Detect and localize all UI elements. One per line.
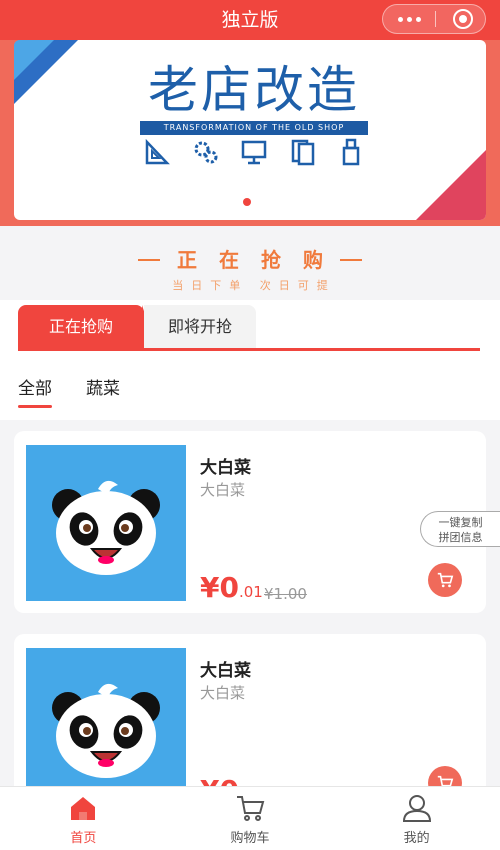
cart-icon <box>237 796 265 821</box>
more-button[interactable] <box>383 5 435 33</box>
section-subtitle: 当日下单 次日可提 <box>172 279 336 292</box>
nav-profile[interactable]: 我的 <box>333 787 500 850</box>
copy-badge-line2: 拼团信息 <box>438 531 483 544</box>
price-decimal: .01 <box>238 583 263 601</box>
nav-home-label: 首页 <box>70 831 97 846</box>
product-description: 大白菜 <box>200 481 246 499</box>
add-to-cart-button[interactable] <box>428 563 462 597</box>
banner-subtitle: TRANSFORMATION OF THE OLD SHOP <box>140 121 368 135</box>
heading-dash-left <box>138 259 160 261</box>
carousel-indicator[interactable] <box>243 198 251 206</box>
banner-carousel[interactable]: 老店改造 TRANSFORMATION OF THE OLD SHOP <box>14 40 486 220</box>
price-main: ¥0 <box>200 571 239 604</box>
ruler-icon <box>144 138 170 166</box>
copy-group-info-button[interactable]: 一键复制 拼团信息 <box>420 511 500 547</box>
section-heading: 正在抢购 当日下单 次日可提 <box>0 244 500 293</box>
product-image[interactable] <box>26 648 186 804</box>
nav-cart-label: 购物车 <box>230 831 270 846</box>
user-icon <box>402 795 431 822</box>
home-icon <box>71 797 96 820</box>
nav-cart[interactable]: 购物车 <box>167 787 334 850</box>
product-price: ¥0.01 <box>200 571 263 604</box>
panda-mascot-icon <box>52 480 160 575</box>
documents-icon <box>290 138 316 166</box>
category-active-indicator <box>18 405 52 408</box>
tab-upcoming[interactable]: 即将开抢 <box>144 305 256 349</box>
panda-mascot-icon <box>52 683 160 778</box>
original-price: ¥1.00 <box>264 585 307 603</box>
tab-underline <box>18 348 480 351</box>
bottom-navigation: 首页 购物车 我的 <box>0 786 500 850</box>
product-card[interactable]: 大白菜 大白菜 ¥0.01 ¥1.00 <box>14 431 486 613</box>
cart-icon <box>437 572 454 588</box>
mini-program-capsule <box>382 4 486 34</box>
tab-panel: 正在抢购 即将开抢 全部 蔬菜 <box>0 300 500 420</box>
nav-home[interactable]: 首页 <box>0 787 167 850</box>
close-button[interactable] <box>453 9 473 29</box>
gears-icon <box>193 138 219 166</box>
usb-icon <box>338 138 364 166</box>
product-name: 大白菜 <box>200 458 251 478</box>
banner-icon-row <box>144 138 364 168</box>
category-all[interactable]: 全部 <box>18 374 52 399</box>
nav-profile-label: 我的 <box>403 831 430 846</box>
section-title: 正在抢购 <box>177 248 345 272</box>
tab-ongoing[interactable]: 正在抢购 <box>18 305 156 349</box>
capsule-divider <box>435 11 436 27</box>
product-image[interactable] <box>26 445 186 601</box>
category-vegetables[interactable]: 蔬菜 <box>86 374 120 399</box>
heading-dash-right <box>340 259 362 261</box>
copy-badge-line1: 一键复制 <box>438 516 483 529</box>
banner-title: 老店改造 <box>148 61 360 119</box>
monitor-icon <box>241 138 267 166</box>
banner-decoration-right <box>416 150 486 220</box>
top-bar: 独立版 <box>0 0 500 40</box>
product-name: 大白菜 <box>200 661 251 681</box>
product-description: 大白菜 <box>200 684 246 702</box>
banner-decoration-left-inner <box>14 40 54 80</box>
